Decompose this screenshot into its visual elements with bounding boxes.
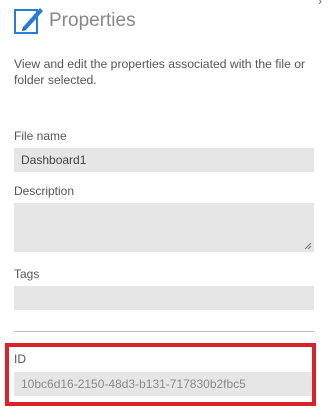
resize-grip-icon[interactable] [304,242,312,250]
panel-description: View and edit the properties associated … [14,57,306,87]
file-name-label: File name [14,129,67,143]
tags-label: Tags [14,267,40,281]
properties-panel: Properties › View and edit the propertie… [0,0,329,411]
id-highlight-box [5,343,316,406]
next-field-label-partial [14,405,54,411]
file-name-input[interactable]: Dashboard1 [14,148,314,172]
pencil-edit-icon [14,8,43,34]
description-label: Description [14,184,75,198]
panel-title: Properties [49,9,136,31]
close-icon[interactable]: › [318,0,322,8]
tags-input[interactable] [14,286,314,310]
section-divider [14,331,314,332]
panel-header: Properties [13,5,136,36]
description-textarea[interactable] [14,203,314,252]
